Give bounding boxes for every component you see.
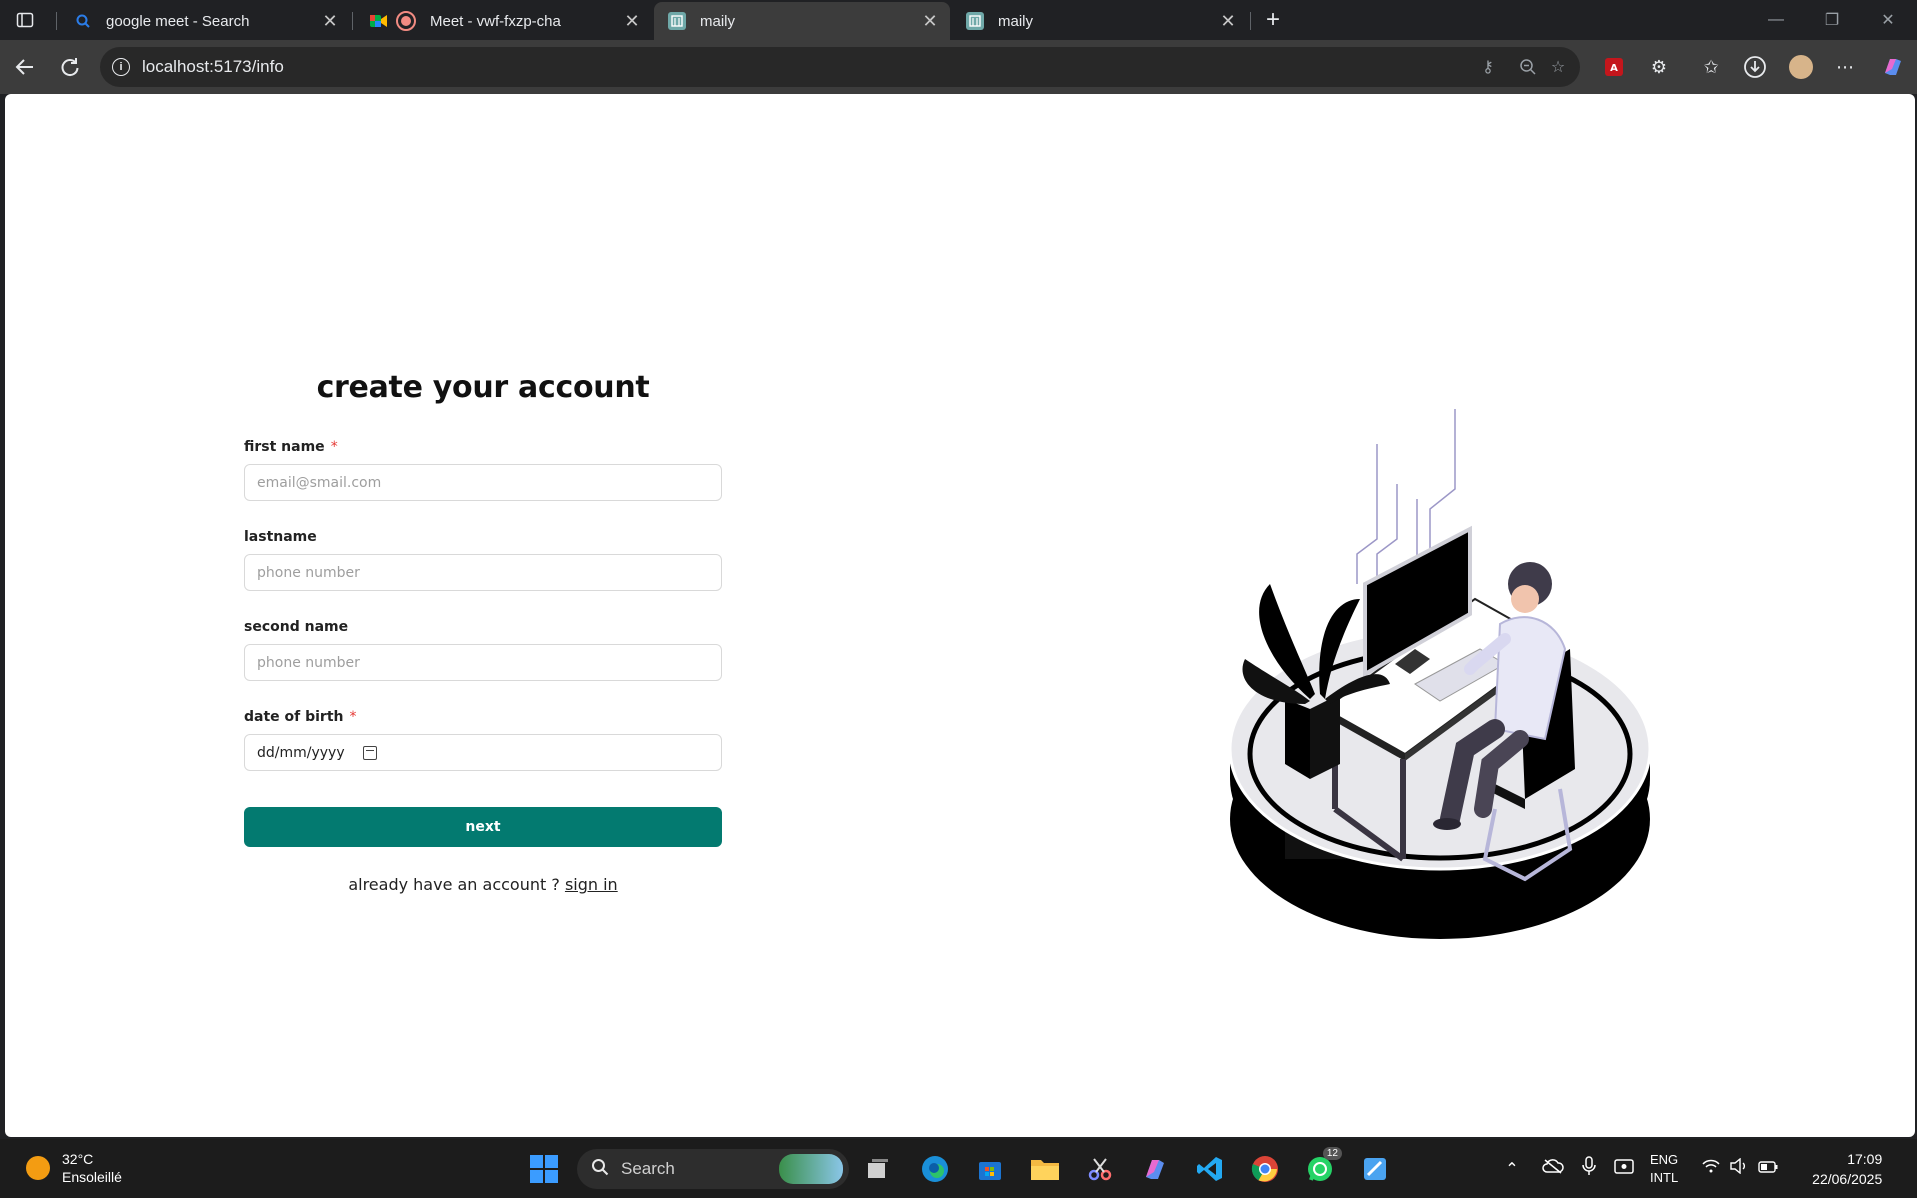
tab-title: Meet - vwf-fxzp-cha: [430, 12, 561, 30]
brightness-icon[interactable]: [1614, 1157, 1634, 1180]
recording-icon: [396, 11, 416, 31]
date-of-birth-input[interactable]: dd/mm/yyyy: [244, 734, 722, 771]
weather-temp: 32°C: [62, 1151, 94, 1167]
whatsapp-badge: 12: [1322, 1147, 1342, 1160]
required-marker: *: [330, 439, 338, 455]
date-of-birth-label: date of birth *: [244, 709, 357, 725]
clock-time: 17:09: [1847, 1150, 1883, 1167]
first-name-input[interactable]: [244, 464, 722, 501]
clock-date: 22/06/2025: [1812, 1170, 1883, 1187]
second-name-label: second name: [244, 619, 349, 635]
first-name-field-group: first name *: [244, 439, 722, 501]
required-marker: *: [349, 709, 357, 725]
windows-taskbar: 32°C Ensoleillé Search 12 ⌃ ENG INTL 17:…: [0, 1139, 1917, 1198]
calendar-icon[interactable]: [362, 745, 377, 760]
close-icon[interactable]: ✕: [620, 9, 644, 33]
system-tray: ⌃ ENG INTL 17:09 22/06/2025: [1500, 1139, 1882, 1198]
whatsapp-icon[interactable]: 12: [1302, 1147, 1342, 1187]
profile-avatar-icon[interactable]: [1786, 52, 1816, 82]
search-label: Search: [621, 1159, 675, 1178]
page-title: create your account: [316, 370, 650, 405]
address-toolbar: i localhost:5173/info ⚷ ☆ A ⚙ ✩ ⋯: [0, 40, 1917, 94]
tab-maily[interactable]: maily ✕: [952, 2, 1248, 40]
edge-browser-icon[interactable]: [917, 1151, 953, 1187]
lastname-input[interactable]: [244, 554, 722, 591]
file-explorer-icon[interactable]: [1027, 1151, 1063, 1187]
chevron-up-icon[interactable]: ⌃: [1500, 1159, 1524, 1179]
downloads-icon[interactable]: [1740, 52, 1770, 82]
tab-title: maily: [700, 12, 736, 30]
google-meet-icon: [370, 12, 388, 30]
close-icon[interactable]: ✕: [918, 9, 942, 33]
address-bar[interactable]: i localhost:5173/info ⚷ ☆: [100, 47, 1580, 87]
web-page: create your account first name* lastname…: [5, 94, 1915, 1137]
key-icon[interactable]: ⚷: [1478, 57, 1498, 77]
clock[interactable]: 17:09 22/06/2025: [1812, 1149, 1882, 1189]
search-icon: [74, 12, 92, 30]
windows-start-icon[interactable]: [526, 1151, 562, 1187]
pdf-extension-icon[interactable]: A: [1599, 52, 1629, 82]
date-of-birth-field-group: date of birth * dd/mm/yyyy: [244, 709, 722, 771]
lastname-label: lastname: [244, 529, 317, 545]
battery-icon[interactable]: [1758, 1160, 1778, 1178]
task-view-icon[interactable]: [860, 1151, 896, 1187]
close-icon[interactable]: ✕: [318, 9, 342, 33]
ms-store-icon[interactable]: [972, 1151, 1008, 1187]
snipping-tool-icon[interactable]: [1082, 1151, 1118, 1187]
close-icon[interactable]: ✕: [1216, 9, 1240, 33]
volume-icon[interactable]: [1730, 1157, 1748, 1179]
search-icon: [591, 1158, 609, 1181]
second-name-field-group: second name: [244, 619, 722, 681]
tab-meet[interactable]: Meet - vwf-fxzp-cha ✕: [356, 2, 652, 40]
copilot-app-icon[interactable]: [1137, 1151, 1173, 1187]
microphone-icon[interactable]: [1582, 1156, 1596, 1181]
url-text: localhost:5173/info: [142, 57, 284, 76]
tab-title: maily: [998, 12, 1034, 30]
tab-title: google meet - Search: [106, 12, 250, 30]
more-options-icon[interactable]: ⋯: [1830, 52, 1860, 82]
tab-actions-icon[interactable]: [8, 3, 42, 37]
wifi-icon[interactable]: [1702, 1159, 1720, 1178]
favorite-star-icon[interactable]: ☆: [1548, 57, 1568, 77]
vscode-icon[interactable]: [1192, 1151, 1228, 1187]
copilot-icon[interactable]: [1878, 52, 1908, 82]
taskbar-search[interactable]: Search: [577, 1149, 849, 1189]
first-name-label: first name *: [244, 439, 338, 455]
maily-favicon-icon: [966, 12, 984, 30]
signup-form: create your account first name* lastname…: [244, 370, 722, 894]
search-highlight-image: [779, 1154, 843, 1184]
tab-google-search[interactable]: google meet - Search ✕: [60, 2, 350, 40]
maily-favicon-icon: [668, 12, 686, 30]
paint-app-icon[interactable]: [1357, 1151, 1393, 1187]
zoom-out-icon[interactable]: [1518, 57, 1538, 77]
signin-prompt: already have an account ? sign in: [244, 875, 722, 894]
tab-bar: google meet - Search ✕ Meet - vwf-fxzp-c…: [0, 0, 1917, 40]
minimize-icon[interactable]: —: [1748, 0, 1804, 40]
lastname-field-group: lastname: [244, 529, 722, 591]
new-tab-plus-icon[interactable]: +: [1256, 3, 1290, 37]
language-indicator[interactable]: ENG INTL: [1650, 1151, 1678, 1187]
chrome-icon[interactable]: [1247, 1151, 1283, 1187]
date-placeholder: dd/mm/yyyy: [257, 744, 345, 761]
onedrive-icon[interactable]: [1542, 1158, 1564, 1179]
extensions-puzzle-icon[interactable]: ⚙: [1644, 52, 1674, 82]
back-arrow-icon[interactable]: [8, 50, 42, 84]
workspace-illustration: [1228, 409, 1652, 939]
next-button[interactable]: next: [244, 807, 722, 847]
site-info-icon[interactable]: i: [112, 58, 130, 76]
signin-prompt-text: already have an account ?: [348, 875, 560, 894]
second-name-input[interactable]: [244, 644, 722, 681]
sign-in-link[interactable]: sign in: [565, 875, 618, 894]
tab-maily-active[interactable]: maily ✕: [654, 2, 950, 40]
favorites-icon[interactable]: ✩: [1696, 52, 1726, 82]
restore-icon[interactable]: ❐: [1804, 0, 1860, 40]
weather-widget[interactable]: 32°C Ensoleillé: [26, 1150, 122, 1186]
close-window-icon[interactable]: ✕: [1860, 0, 1916, 40]
weather-desc: Ensoleillé: [62, 1169, 122, 1185]
refresh-icon[interactable]: [53, 50, 87, 84]
svg-text:A: A: [1610, 63, 1618, 74]
sun-icon: [26, 1156, 50, 1180]
